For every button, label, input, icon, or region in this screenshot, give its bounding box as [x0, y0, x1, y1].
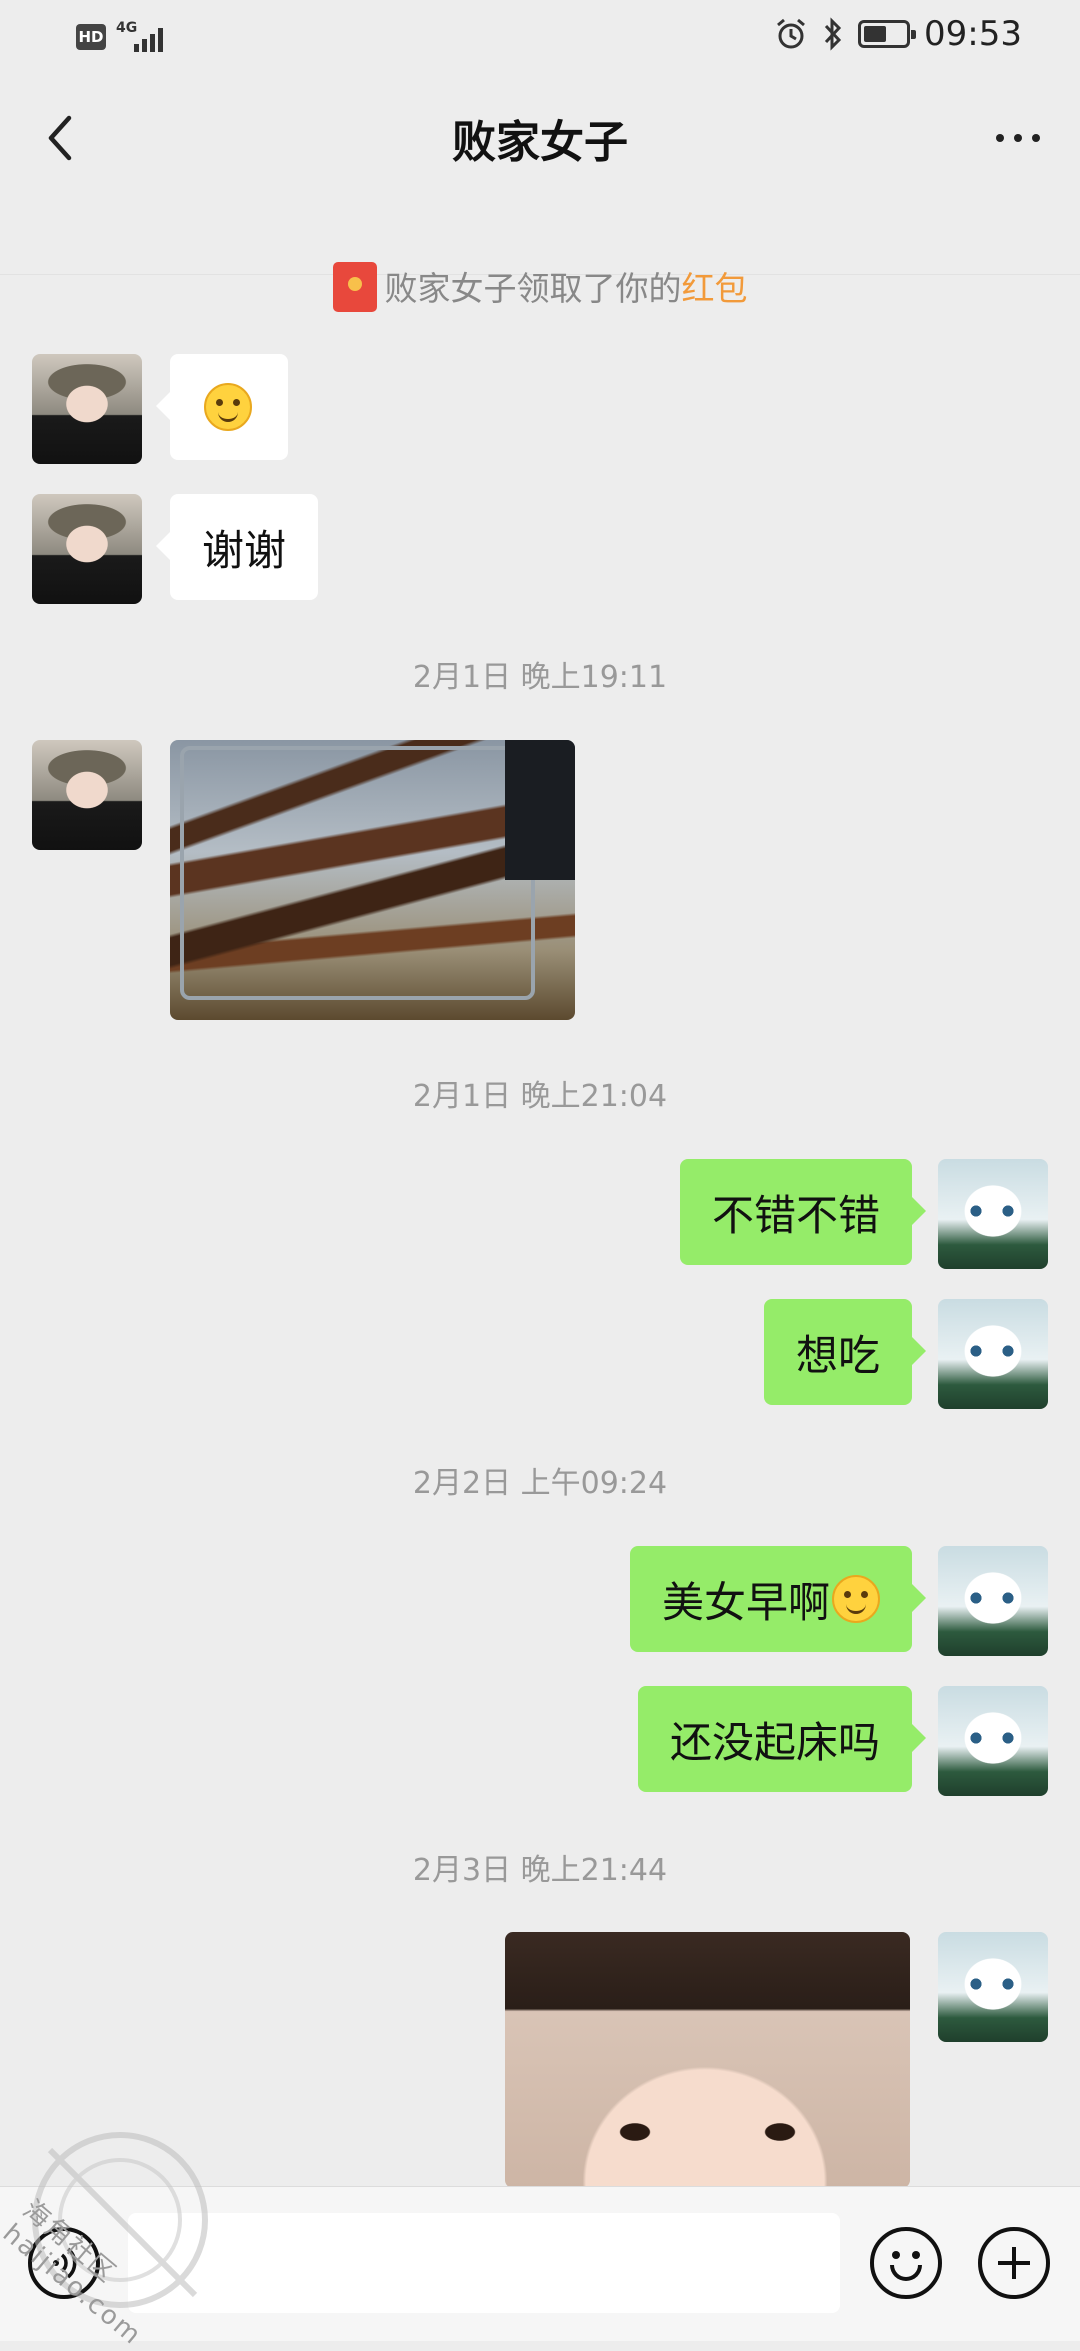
red-packet-link[interactable]: 红包: [682, 269, 748, 308]
tray-shape: [180, 746, 535, 1000]
smiling-face-emoji: [204, 383, 252, 431]
red-packet-icon: [332, 261, 377, 312]
contact-avatar[interactable]: [32, 740, 142, 850]
red-packet-notice: 败家女子领取了你的红包: [0, 261, 1080, 316]
emoji-button[interactable]: [870, 2227, 942, 2299]
timestamp: 2月3日 晚上21:44: [412, 1853, 668, 1888]
message-input[interactable]: [128, 2213, 840, 2313]
contact-avatar[interactable]: [32, 494, 142, 604]
more-dot: [996, 134, 1004, 142]
hd-badge: HD: [76, 24, 106, 50]
message-text: 谢谢: [202, 525, 287, 575]
my-avatar[interactable]: [938, 1299, 1048, 1409]
message-text: 美女早啊: [661, 1577, 830, 1627]
my-avatar[interactable]: [938, 1546, 1048, 1656]
my-avatar[interactable]: [938, 1159, 1048, 1269]
message-bubble-outgoing[interactable]: 不错不错: [679, 1159, 927, 1265]
chat-header: 败家女子: [0, 72, 1080, 275]
more-button[interactable]: [986, 108, 1050, 168]
message-bubble-outgoing[interactable]: 还没起床吗: [637, 1686, 927, 1792]
signal-icon: 4G: [116, 20, 170, 54]
message-text: 不错不错: [711, 1190, 880, 1240]
message-bubble-incoming[interactable]: 谢谢: [155, 494, 319, 600]
message-text: 想吃: [795, 1330, 880, 1380]
smiling-face-emoji: [832, 1575, 880, 1623]
appliance-shape: [505, 740, 575, 880]
battery-level: [864, 26, 887, 42]
bluetooth-icon: [824, 17, 842, 51]
message-bubble-outgoing[interactable]: 想吃: [763, 1299, 927, 1405]
more-dot: [1014, 134, 1022, 142]
my-avatar[interactable]: [938, 1932, 1048, 2042]
timestamp: 2月1日 晚上21:04: [412, 1079, 668, 1114]
input-bar: [0, 2186, 1080, 2341]
more-actions-button[interactable]: [978, 2227, 1050, 2299]
message-text: 还没起床吗: [669, 1717, 880, 1767]
message-bubble-incoming[interactable]: [156, 354, 288, 460]
chat-title: 败家女子: [452, 117, 628, 168]
contact-avatar[interactable]: [32, 354, 142, 464]
notice-text: 败家女子领取了你的: [384, 269, 682, 308]
signal-bars: [134, 28, 163, 52]
status-left: HD 4G: [76, 20, 170, 54]
timestamp: 2月1日 晚上19:11: [412, 660, 668, 695]
battery-icon: [858, 20, 917, 48]
more-dot: [1032, 134, 1040, 142]
message-bubble-outgoing[interactable]: 美女早啊: [629, 1546, 927, 1652]
alarm-icon: [777, 18, 805, 49]
clock: 09:53: [924, 14, 1022, 54]
my-avatar[interactable]: [938, 1686, 1048, 1796]
image-message-little-girl[interactable]: [505, 1932, 910, 2188]
timestamp: 2月2日 上午09:24: [412, 1466, 668, 1501]
status-right: 09:53: [774, 14, 1022, 54]
image-message-grilled-meat[interactable]: [170, 740, 575, 1020]
status-bar: HD 4G 09:53: [0, 0, 1080, 72]
